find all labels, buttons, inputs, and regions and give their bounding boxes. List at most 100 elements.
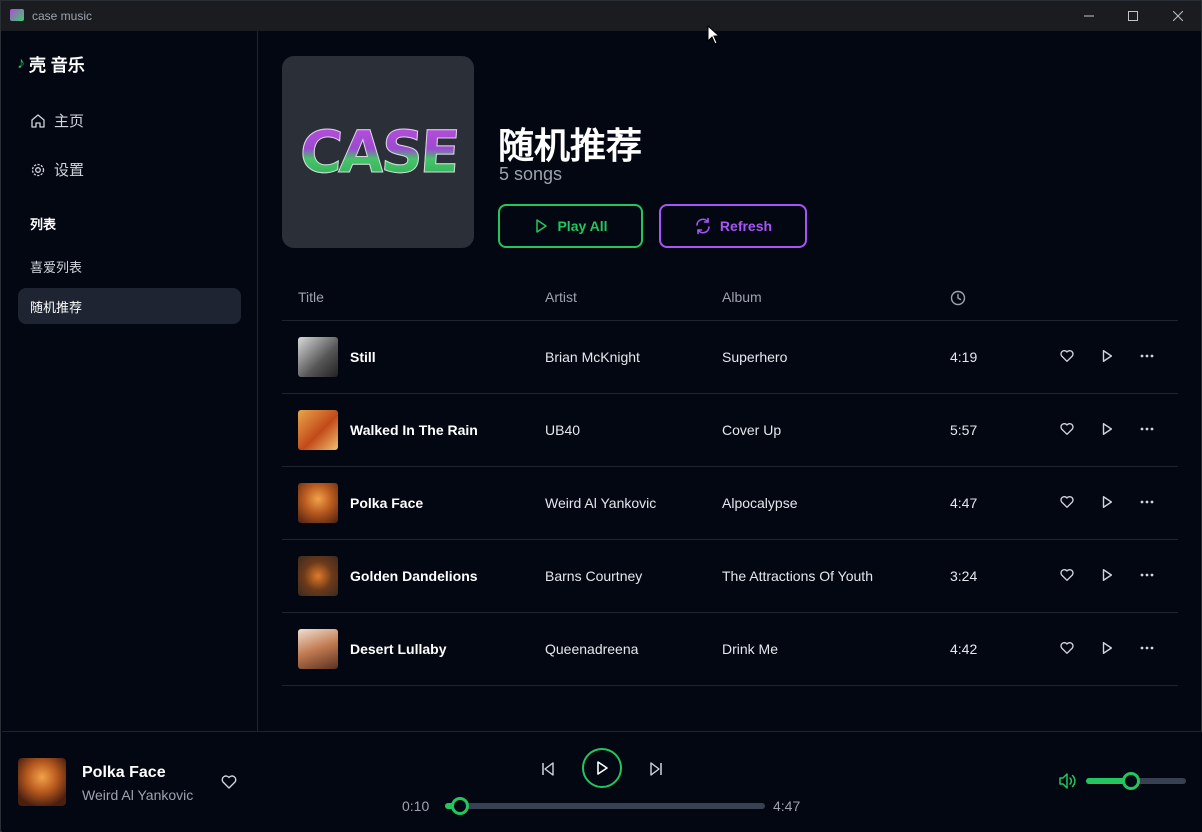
sidebar-item-random-recommend[interactable]: 随机推荐 — [18, 288, 241, 324]
refresh-label: Refresh — [719, 218, 773, 234]
table-header: Title Artist Album — [282, 277, 1178, 321]
song-duration: 4:47 — [950, 495, 978, 511]
column-header-title[interactable]: Title — [298, 289, 324, 305]
heart-icon — [221, 775, 237, 789]
like-button[interactable] — [1057, 346, 1077, 366]
clock-icon[interactable] — [950, 290, 966, 309]
refresh-button[interactable]: Refresh — [659, 204, 807, 248]
now-playing-like-button[interactable] — [220, 773, 238, 796]
song-title: Polka Face — [350, 495, 424, 511]
close-button[interactable] — [1156, 1, 1200, 31]
player-bar: Polka Face Weird Al Yankovic 0:10 4:47 — [2, 731, 1202, 832]
skip-forward-icon — [650, 762, 662, 776]
maximize-button[interactable] — [1111, 1, 1155, 31]
maximize-icon — [1128, 11, 1138, 21]
app-icon — [10, 9, 24, 21]
minimize-button[interactable] — [1067, 1, 1111, 31]
sidebar: ♪ 壳 音乐 主页 设置 列表 喜爱列表 随机推荐 — [2, 31, 258, 731]
like-button[interactable] — [1057, 638, 1077, 658]
play-all-button[interactable]: Play All — [498, 204, 643, 248]
more-options-button[interactable] — [1137, 492, 1157, 512]
song-cover — [298, 556, 338, 596]
song-artist: Weird Al Yankovic — [545, 495, 657, 511]
song-row[interactable]: Polka Face Weird Al Yankovic Alpocalypse… — [282, 467, 1178, 540]
heart-icon — [1060, 350, 1074, 362]
total-time: 4:47 — [773, 798, 801, 814]
mouse-cursor-icon — [707, 25, 721, 45]
volume-icon — [1059, 773, 1076, 789]
page-title: 随机推荐 — [498, 125, 643, 166]
previous-button[interactable] — [538, 759, 558, 779]
now-playing-artist: Weird Al Yankovic — [82, 787, 194, 803]
song-album: The Attractions Of Youth — [722, 568, 873, 584]
app-window: case music ♪ 壳 音乐 主页 设置 列表 喜爱列表 随机推荐 CAS… — [0, 0, 1202, 832]
window-title: case music — [32, 9, 93, 23]
song-cover — [298, 483, 338, 523]
volume-button[interactable] — [1058, 772, 1078, 795]
more-options-button[interactable] — [1137, 419, 1157, 439]
song-cover — [298, 629, 338, 669]
song-duration: 3:24 — [950, 568, 978, 584]
song-title: Still — [350, 349, 376, 365]
progress-handle[interactable] — [451, 797, 470, 815]
play-song-button[interactable] — [1097, 346, 1117, 366]
more-options-button[interactable] — [1137, 565, 1157, 585]
nav-item-settings[interactable]: 设置 — [30, 159, 84, 180]
song-duration: 4:42 — [950, 641, 978, 657]
column-header-artist[interactable]: Artist — [545, 289, 577, 305]
play-icon — [597, 761, 608, 775]
song-title: Desert Lullaby — [350, 641, 447, 657]
sidebar-item-favorites[interactable]: 喜爱列表 — [18, 248, 241, 284]
title-bar: case music — [1, 1, 1201, 31]
app-logo: ♪ 壳 音乐 — [17, 51, 85, 76]
current-time: 0:10 — [402, 798, 430, 814]
more-options-button[interactable] — [1137, 346, 1157, 366]
play-icon — [1102, 496, 1113, 508]
play-pause-button[interactable] — [582, 748, 622, 788]
play-icon — [1102, 350, 1113, 362]
more-icon — [1140, 573, 1154, 577]
more-options-button[interactable] — [1137, 638, 1157, 658]
song-row[interactable]: Walked In The Rain UB40 Cover Up 5:57 — [282, 394, 1178, 467]
now-playing-title: Polka Face — [82, 764, 166, 781]
like-button[interactable] — [1057, 565, 1077, 585]
play-song-button[interactable] — [1097, 638, 1117, 658]
song-row[interactable]: Golden Dandelions Barns Courtney The Att… — [282, 540, 1178, 613]
playlist-cover-logo: CASE — [297, 118, 460, 187]
volume-slider[interactable] — [1086, 772, 1186, 790]
play-song-button[interactable] — [1097, 492, 1117, 512]
progress-slider[interactable] — [445, 797, 765, 815]
now-playing-cover — [18, 758, 66, 806]
song-album: Superhero — [722, 349, 788, 365]
like-button[interactable] — [1057, 419, 1077, 439]
main-content: CASE 随机推荐 5 songs Play All Refresh Title… — [259, 31, 1201, 731]
play-all-label: Play All — [557, 218, 608, 234]
song-artist: Queenadreena — [545, 641, 639, 657]
song-duration: 4:19 — [950, 349, 978, 365]
song-cover — [298, 410, 338, 450]
gear-icon — [31, 163, 45, 176]
play-song-button[interactable] — [1097, 565, 1117, 585]
next-button[interactable] — [646, 759, 666, 779]
song-album: Drink Me — [722, 641, 779, 657]
playlist-section-title: 列表 — [30, 217, 57, 232]
skip-back-icon — [542, 762, 554, 776]
nav-item-label: 设置 — [54, 162, 85, 179]
close-icon — [1173, 11, 1183, 21]
song-count: 5 songs — [499, 164, 563, 184]
playlist-cover: CASE — [282, 56, 474, 248]
nav-item-home[interactable]: 主页 — [30, 110, 84, 131]
play-song-button[interactable] — [1097, 419, 1117, 439]
song-duration: 5:57 — [950, 422, 978, 438]
like-button[interactable] — [1057, 492, 1077, 512]
song-row[interactable]: Still Brian McKnight Superhero 4:19 — [282, 321, 1178, 394]
play-icon — [1102, 642, 1113, 654]
volume-handle[interactable] — [1122, 772, 1140, 790]
heart-icon — [1060, 423, 1074, 435]
song-row[interactable]: Desert Lullaby Queenadreena Drink Me 4:4… — [282, 613, 1178, 686]
heart-icon — [1060, 569, 1074, 581]
column-header-album[interactable]: Album — [722, 289, 762, 305]
minimize-icon — [1084, 15, 1094, 17]
song-album: Alpocalypse — [722, 495, 798, 511]
play-icon — [536, 219, 548, 233]
